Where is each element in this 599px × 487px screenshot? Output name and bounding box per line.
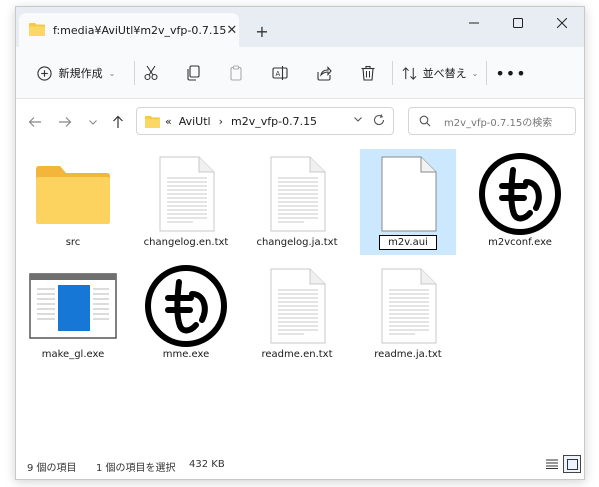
maximize-button[interactable]: [496, 7, 540, 39]
search-box[interactable]: m2v_vfp-0.7.15の検索: [408, 107, 576, 135]
sort-button[interactable]: 並べ替え ⌄: [399, 59, 481, 87]
breadcrumb-m2v-folder[interactable]: m2v_vfp-0.7.15: [231, 115, 317, 128]
refresh-button[interactable]: [373, 114, 385, 129]
arrow-right-icon: [59, 117, 72, 127]
minimize-button[interactable]: [452, 7, 496, 39]
sort-button-label: 並べ替え: [422, 67, 467, 80]
search-placeholder: m2v_vfp-0.7.15の検索: [444, 117, 553, 129]
breadcrumb-separator: ›: [218, 114, 224, 128]
explorer-window: f:media¥AviUtl¥m2v_vfp-0.7.15 ✕ + 新規作成 ⌄: [15, 6, 585, 480]
breadcrumb-aviutl[interactable]: AviUtl: [179, 115, 211, 128]
app-window-icon: [29, 273, 117, 339]
arrow-up-icon: [113, 115, 123, 128]
text-file-icon: [270, 268, 326, 344]
chevron-down-icon: ⌄: [108, 68, 116, 78]
close-window-button[interactable]: [540, 7, 584, 39]
paste-button[interactable]: [223, 59, 249, 87]
address-dropdown-button[interactable]: [353, 114, 363, 127]
svg-text:A: A: [276, 71, 281, 78]
mo-logo-icon: [145, 265, 227, 347]
file-item-src[interactable]: src: [25, 149, 121, 255]
file-item-mme[interactable]: mme.exe: [138, 261, 234, 367]
scissors-icon: [144, 65, 158, 81]
status-item-count: 9 個の項目: [27, 463, 77, 474]
rename-icon: A: [272, 66, 288, 80]
chevron-down-icon: [89, 120, 97, 125]
details-view-button[interactable]: [543, 455, 561, 473]
file-name-rename-box[interactable]: m2v.aui: [360, 235, 456, 250]
file-name: make_gl.exe: [41, 349, 105, 360]
rename-button[interactable]: A: [267, 59, 293, 87]
recent-locations-button[interactable]: [82, 111, 104, 133]
new-button-label: 新規作成: [58, 67, 103, 80]
new-tab-button[interactable]: +: [252, 21, 272, 41]
status-bar: 9 個の項目 1 個の項目を選択 432 KB: [16, 449, 584, 479]
up-button[interactable]: [107, 111, 129, 133]
back-button[interactable]: [24, 111, 46, 133]
file-item-readme-en[interactable]: readme.en.txt: [249, 261, 345, 367]
share-icon: [317, 66, 332, 81]
file-item-changelog-en[interactable]: changelog.en.txt: [138, 149, 234, 255]
more-icon: •••: [495, 63, 527, 83]
status-selected-count: 1 個の項目を選択: [96, 463, 176, 474]
address-overflow[interactable]: «: [165, 115, 172, 128]
file-grid: src changelog.en.txt changelog.ja.txt m2…: [16, 145, 584, 455]
refresh-icon: [373, 114, 385, 126]
search-icon: [419, 115, 431, 127]
file-name: m2vconf.exe: [488, 237, 552, 248]
folder-icon: [36, 166, 110, 224]
file-name: changelog.ja.txt: [256, 237, 338, 248]
tab-title: f:media¥AviUtl¥m2v_vfp-0.7.15: [53, 23, 227, 37]
folder-icon: [145, 115, 160, 128]
new-button[interactable]: 新規作成 ⌄: [26, 59, 126, 87]
text-file-icon: [159, 156, 215, 232]
status-selected-size: 432 KB: [189, 459, 225, 470]
large-icons-view-button[interactable]: [563, 455, 581, 473]
navigation-bar: « AviUtl › m2v_vfp-0.7.15 m2v_vfp-0.7.15…: [16, 99, 584, 145]
close-tab-icon[interactable]: ✕: [226, 21, 237, 39]
file-name: readme.ja.txt: [374, 349, 442, 360]
chevron-down-icon: [354, 117, 362, 122]
add-circle-icon: [37, 65, 52, 81]
mo-logo-icon: [479, 153, 561, 235]
file-name: changelog.en.txt: [143, 237, 229, 248]
blank-file-icon: [381, 156, 437, 232]
trash-icon: [361, 65, 375, 81]
details-view-icon: [546, 459, 558, 469]
file-item-readme-ja[interactable]: readme.ja.txt: [360, 261, 456, 367]
file-item-changelog-ja[interactable]: changelog.ja.txt: [249, 149, 345, 255]
arrow-left-icon: [28, 117, 41, 127]
text-file-icon: [381, 268, 437, 344]
file-name: src: [65, 237, 81, 248]
file-name: readme.en.txt: [261, 349, 333, 360]
file-name: mme.exe: [162, 349, 210, 360]
copy-icon: [187, 65, 200, 81]
file-item-m2v-aui[interactable]: m2v.aui: [360, 149, 456, 255]
command-bar: 新規作成 ⌄ A 並べ替え ⌄ •••: [16, 47, 584, 99]
more-options-button[interactable]: •••: [495, 59, 527, 87]
tab-current-folder[interactable]: f:media¥AviUtl¥m2v_vfp-0.7.15 ✕: [19, 13, 239, 47]
large-icons-view-icon: [566, 458, 578, 470]
sort-icon: [402, 66, 417, 80]
file-item-make-gl[interactable]: make_gl.exe: [25, 261, 121, 367]
chevron-down-icon: ⌄: [471, 68, 479, 78]
cut-button[interactable]: [138, 59, 164, 87]
text-file-icon: [270, 156, 326, 232]
forward-button[interactable]: [54, 111, 76, 133]
paste-icon: [230, 65, 242, 81]
share-button[interactable]: [311, 59, 337, 87]
folder-icon: [29, 22, 45, 39]
delete-button[interactable]: [355, 59, 381, 87]
copy-button[interactable]: [180, 59, 206, 87]
address-bar[interactable]: « AviUtl › m2v_vfp-0.7.15: [136, 107, 394, 135]
file-item-m2vconf[interactable]: m2vconf.exe: [472, 149, 568, 255]
title-bar: f:media¥AviUtl¥m2v_vfp-0.7.15 ✕ +: [16, 7, 584, 47]
